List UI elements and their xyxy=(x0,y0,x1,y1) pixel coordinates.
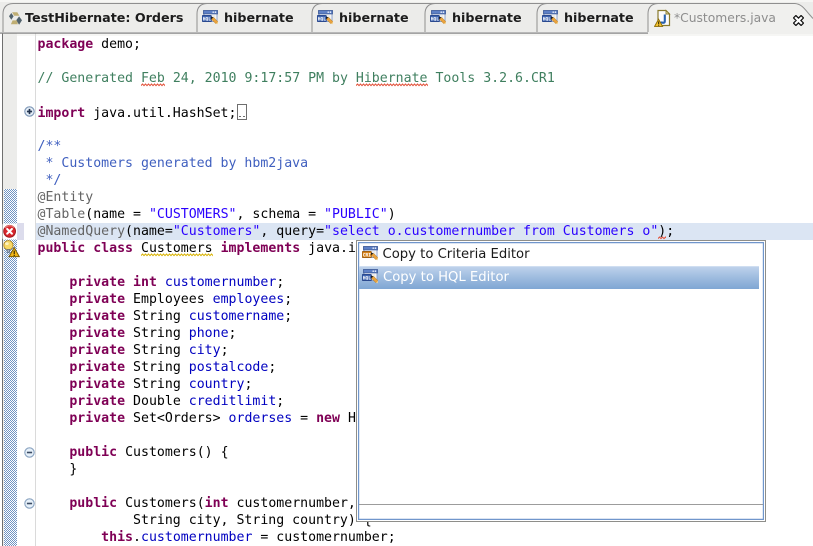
popup-list: Copy to Criteria Editor Copy to HQL Edit… xyxy=(359,243,763,289)
code-line: /** xyxy=(36,138,674,155)
hql-editor-icon xyxy=(542,10,558,26)
code-line: * Customers generated by hbm2java xyxy=(36,155,674,172)
quickfix-warning-icon[interactable] xyxy=(2,240,20,258)
tab-hibernate-3[interactable]: hibernate xyxy=(425,3,541,32)
tab-label: *Customers.java xyxy=(674,11,776,25)
code-line xyxy=(36,87,674,104)
tab-hibernate-4[interactable]: hibernate xyxy=(537,3,654,32)
hql-editor-icon xyxy=(430,10,446,26)
popup-separator xyxy=(359,504,763,505)
tab-customers-java[interactable]: *Customers.java xyxy=(648,3,813,32)
java-file-warning-icon xyxy=(654,9,672,27)
code-line xyxy=(36,53,674,70)
criteria-editor-icon xyxy=(362,246,378,262)
tab-label: hibernate xyxy=(564,10,634,25)
hql-editor-icon xyxy=(317,10,333,26)
tab-label: hibernate xyxy=(339,10,409,25)
code-line xyxy=(36,121,674,138)
code-line: @Entity xyxy=(36,189,674,206)
code-line: @NamedQuery(name="Customers", query="sel… xyxy=(36,223,674,240)
tab-label: hibernate xyxy=(452,10,522,25)
code-line: package demo; xyxy=(36,36,674,53)
code-line: // Generated Feb 24, 2010 9:17:57 PM by … xyxy=(36,70,674,87)
eclipse-window: TestHibernate: Orders hibernate hibernat… xyxy=(0,0,813,546)
fold-collapse-icon[interactable] xyxy=(24,447,35,458)
close-icon[interactable] xyxy=(793,15,804,26)
menu-item-label: Copy to HQL Editor xyxy=(383,270,509,285)
tab-hibernate-2[interactable]: hibernate xyxy=(312,3,429,32)
hql-editor-icon xyxy=(202,10,218,26)
code-line: this.customernumber = customernumber; xyxy=(36,529,674,546)
menu-item-copy-to-hql-editor[interactable]: Copy to HQL Editor xyxy=(359,266,759,289)
error-marker-icon[interactable] xyxy=(2,223,18,240)
control-character-box xyxy=(237,104,247,120)
menu-item-copy-to-criteria-editor[interactable]: Copy to Criteria Editor xyxy=(359,243,763,266)
menu-item-label: Copy to Criteria Editor xyxy=(383,247,530,262)
code-line: @Table(name = "CUSTOMERS", schema = "PUB… xyxy=(36,206,674,223)
java-editor[interactable]: package demo; // Generated Feb 24, 2010 9… xyxy=(0,33,813,546)
fold-expand-icon[interactable] xyxy=(24,106,35,117)
tab-hibernate-1[interactable]: hibernate xyxy=(197,3,316,32)
fold-collapse-icon[interactable] xyxy=(24,498,35,509)
code-line: import java.util.HashSet; xyxy=(36,104,674,121)
quickfix-popup: Copy to Criteria Editor Copy to HQL Edit… xyxy=(356,240,766,522)
quick-diff-change-bar xyxy=(17,223,24,240)
tab-label: TestHibernate: Orders xyxy=(25,10,183,25)
hql-editor-icon xyxy=(362,269,378,285)
hibernate-console-icon xyxy=(9,12,22,25)
code-line: */ xyxy=(36,172,674,189)
tab-label: hibernate xyxy=(224,10,294,25)
editor-tab-bar: TestHibernate: Orders hibernate hibernat… xyxy=(0,0,813,33)
annotation-ruler[interactable] xyxy=(3,33,17,546)
tab-testhibernate-orders[interactable]: TestHibernate: Orders xyxy=(3,3,202,32)
